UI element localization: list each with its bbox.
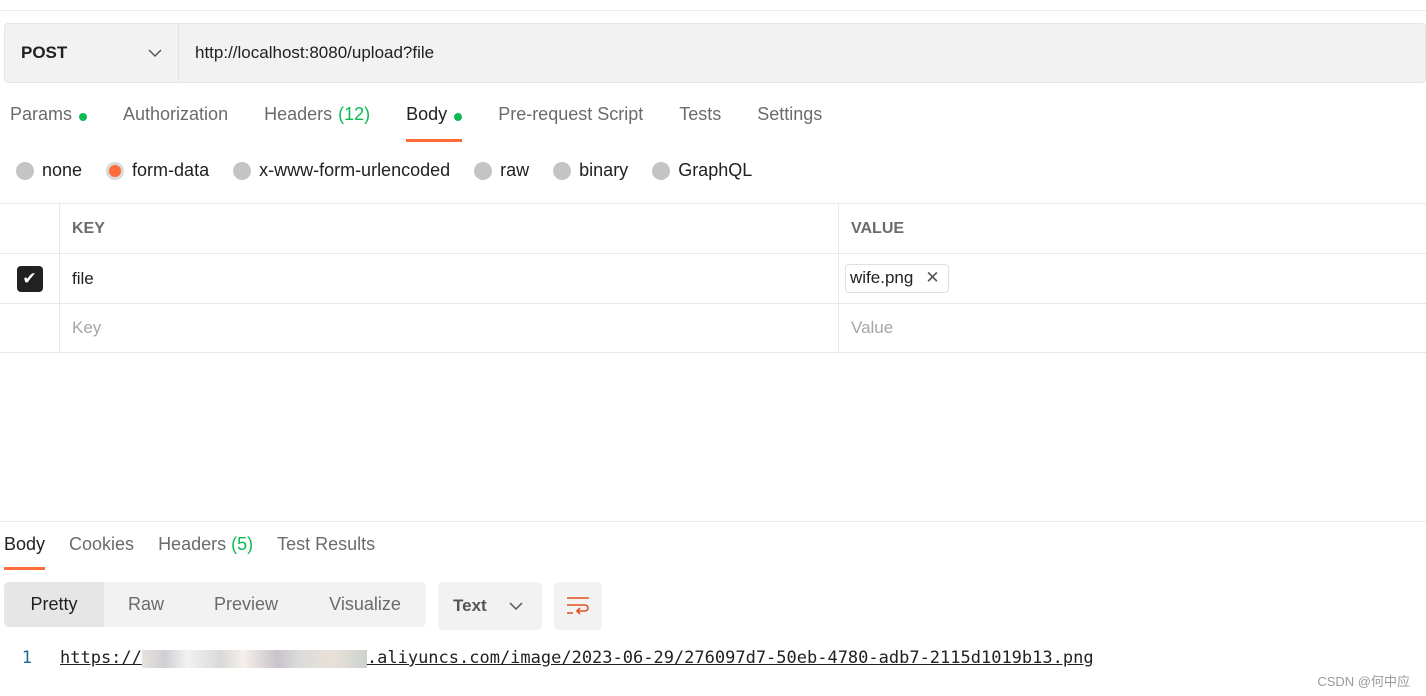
line-number: 1 (21, 648, 32, 668)
tab-pre-request-script[interactable]: Pre-request Script (498, 104, 643, 142)
radio-circle (106, 161, 125, 180)
tab-tests[interactable]: Tests (679, 104, 721, 142)
table-row-empty: Key Value (0, 303, 1426, 353)
request-tabs: Params Authorization Headers (12) Body Pr… (10, 104, 858, 142)
response-url-link[interactable]: https:// .aliyuncs.com/image/2023-06-29/2… (60, 648, 1094, 668)
url-input[interactable]: http://localhost:8080/upload?file (179, 24, 434, 82)
headers-count: (5) (231, 534, 254, 554)
value-cell[interactable]: wife.png ✕ (839, 254, 1426, 303)
radio-circle (16, 161, 34, 180)
radio-form-data[interactable]: form-data (106, 160, 209, 181)
chevron-down-icon (148, 49, 162, 58)
radio-label: binary (579, 160, 629, 180)
watermark: CSDN @何中应 (1317, 674, 1410, 689)
tab-test-results[interactable]: Test Results (277, 534, 375, 570)
tab-cookies[interactable]: Cookies (69, 534, 134, 570)
key-cell[interactable]: file (60, 254, 839, 303)
tab-body[interactable]: Body (406, 104, 463, 142)
check-icon: ✔ (22, 268, 37, 288)
file-name: wife.png (850, 268, 914, 287)
tab-label: Headers (264, 104, 333, 124)
radio-graphql[interactable]: GraphQL (652, 160, 752, 181)
radio-label: x-www-form-urlencoded (259, 160, 451, 180)
status-dot (454, 113, 463, 121)
headers-count: (12) (338, 104, 371, 124)
radio-circle (233, 161, 252, 180)
radio-none[interactable]: none (16, 160, 82, 181)
tab-response-body[interactable]: Body (4, 534, 46, 570)
format-select[interactable]: Text (438, 582, 542, 630)
body-type-radios: none form-data x-www-form-urlencoded raw… (16, 160, 776, 181)
url-suffix: .aliyuncs.com/image/2023-06-29/276097d7-… (366, 648, 1094, 668)
tab-response-headers[interactable]: Headers (5) (158, 534, 253, 570)
file-chip: wife.png ✕ (845, 264, 949, 293)
table-header: KEY VALUE (0, 203, 1426, 253)
view-raw[interactable]: Raw (104, 582, 188, 627)
radio-x-www-form-urlencoded[interactable]: x-www-form-urlencoded (233, 160, 450, 181)
radio-raw[interactable]: raw (474, 160, 529, 181)
radio-binary[interactable]: binary (553, 160, 628, 181)
format-label: Text (453, 596, 487, 615)
value-header: VALUE (851, 219, 905, 237)
view-visualize[interactable]: Visualize (304, 582, 426, 627)
row-spacer (0, 304, 60, 352)
tab-label: Pre-request Script (498, 104, 644, 124)
tab-label: Authorization (123, 104, 229, 124)
request-bar: POST http://localhost:8080/upload?file (4, 23, 1426, 83)
tab-params[interactable]: Params (10, 104, 88, 142)
method-label: POST (21, 43, 68, 62)
tab-label: Headers (158, 534, 227, 554)
tab-label: Settings (757, 104, 823, 124)
radio-label: none (42, 160, 83, 180)
view-preview[interactable]: Preview (188, 582, 304, 627)
chevron-down-icon (509, 602, 523, 611)
pane-divider[interactable] (0, 521, 1426, 522)
close-icon[interactable]: ✕ (925, 268, 939, 288)
view-pretty[interactable]: Pretty (4, 582, 104, 627)
view-mode-selector: Pretty Raw Preview Visualize (4, 582, 426, 627)
tab-label: Params (10, 104, 73, 124)
top-divider (0, 10, 1426, 11)
method-select[interactable]: POST (5, 24, 179, 82)
radio-label: GraphQL (678, 160, 753, 180)
radio-label: form-data (132, 160, 210, 180)
response-body: 1 https:// .aliyuncs.com/image/2023-06-29… (0, 648, 1094, 668)
tab-label: Body (406, 104, 448, 124)
table-row: ✔ file wife.png ✕ (0, 253, 1426, 303)
header-spacer (0, 204, 60, 253)
tab-label: Tests (679, 104, 722, 124)
status-dot (79, 113, 88, 121)
radio-label: raw (500, 160, 530, 180)
response-tabs: Body Cookies Headers (5) Test Results (4, 534, 399, 570)
redacted-region (141, 650, 367, 668)
tab-headers[interactable]: Headers (12) (264, 104, 370, 142)
tab-settings[interactable]: Settings (757, 104, 822, 142)
tab-authorization[interactable]: Authorization (123, 104, 228, 142)
radio-circle (474, 161, 493, 180)
checkbox[interactable]: ✔ (16, 265, 43, 292)
radio-circle (652, 161, 671, 180)
value-input[interactable]: Value (839, 304, 1426, 352)
wrap-icon (567, 597, 589, 615)
radio-circle (553, 161, 572, 180)
form-data-table: KEY VALUE ✔ file wife.png ✕ Key Value (0, 203, 1426, 353)
url-prefix: https:// (60, 648, 142, 668)
wrap-lines-button[interactable] (554, 582, 602, 630)
key-header: KEY (60, 204, 839, 253)
key-input[interactable]: Key (60, 304, 839, 352)
row-checkbox-cell: ✔ (0, 254, 60, 303)
